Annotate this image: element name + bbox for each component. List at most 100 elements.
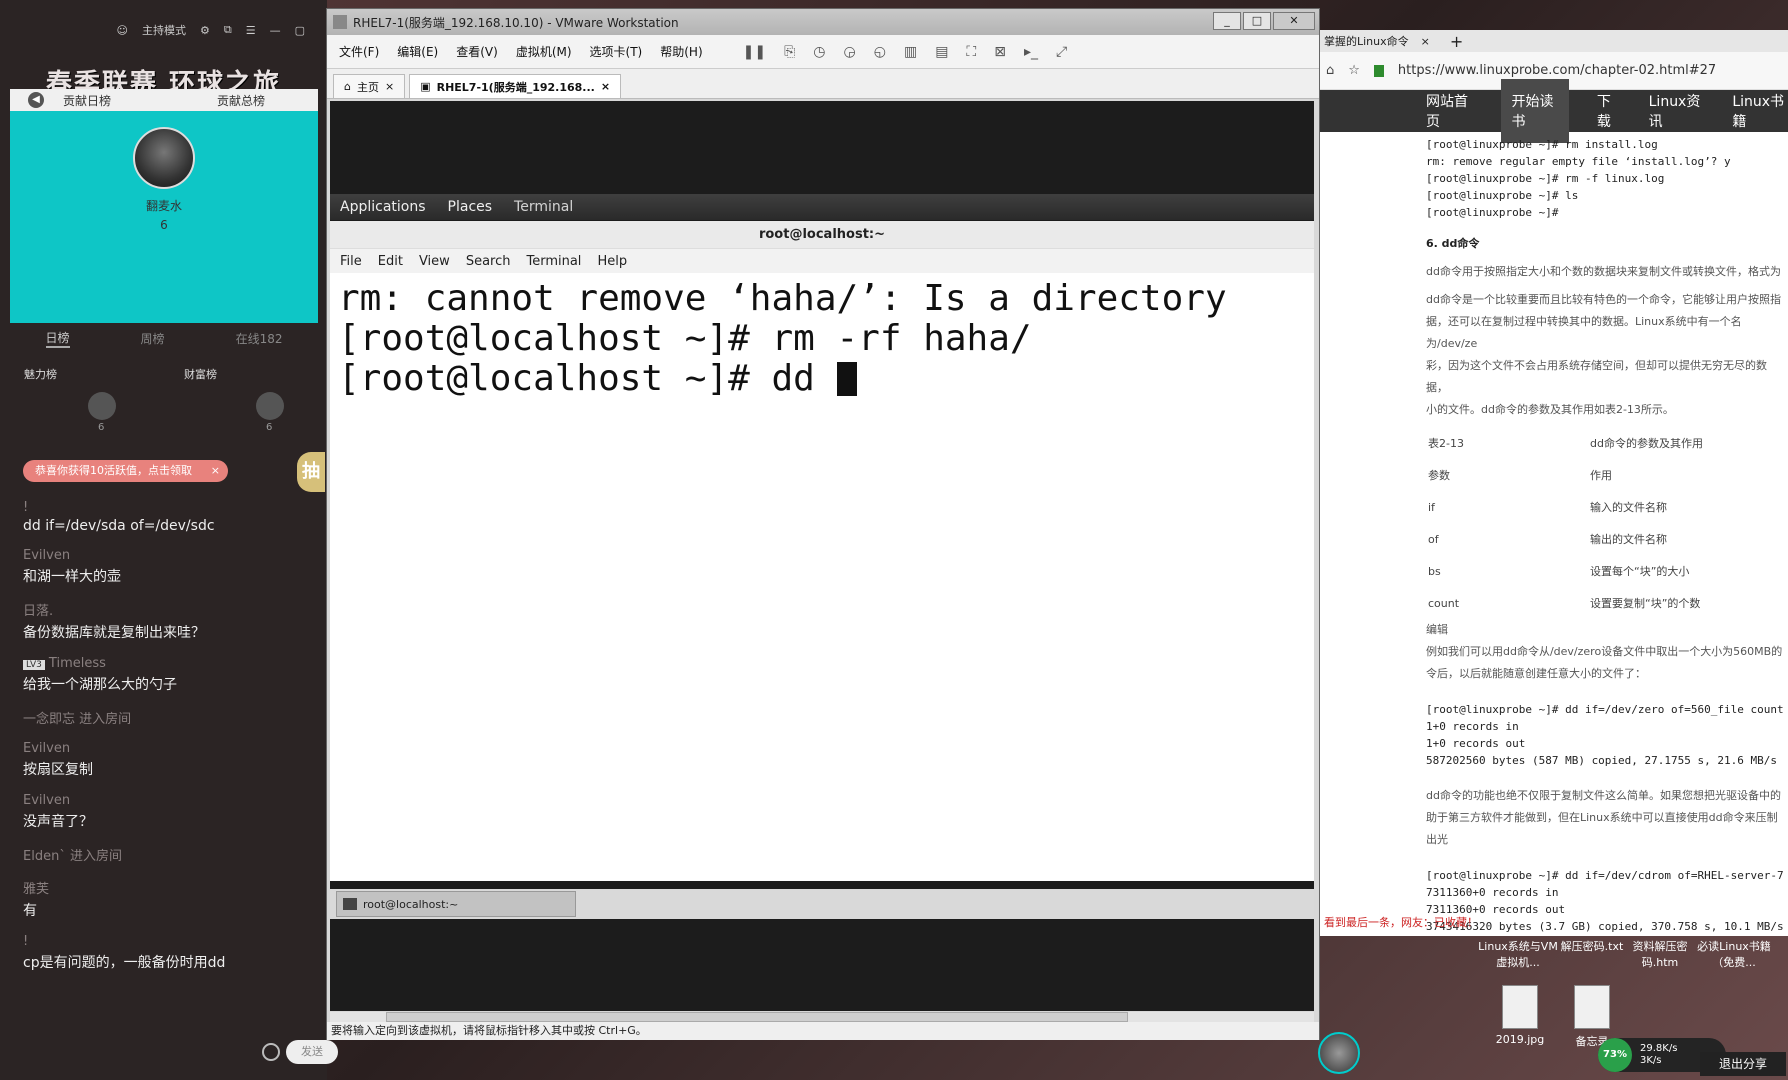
nav-download[interactable]: 下载 xyxy=(1597,91,1621,131)
vm-display[interactable]: Applications Places Terminal root@localh… xyxy=(330,101,1314,1011)
terminal-menu-file[interactable]: File xyxy=(340,254,362,269)
close-icon[interactable]: × xyxy=(385,80,394,93)
chat-text: cp是有问题的，一般备份时用dd xyxy=(23,955,226,971)
nav-home[interactable]: 网站首页 xyxy=(1426,91,1473,131)
code-block: [root@linuxprobe ~]# dd if=/dev/zero of=… xyxy=(1320,701,1788,769)
desktop-icon-label: 必读Linux书籍（免费... xyxy=(1697,940,1771,969)
desktop-icon[interactable]: 2019.jpg xyxy=(1480,985,1560,1046)
nav-books[interactable]: Linux书籍 xyxy=(1732,91,1788,131)
terminal-window[interactable]: root@localhost:~ File Edit View Search T… xyxy=(330,221,1314,881)
settings-icon[interactable]: ⚙ xyxy=(200,24,210,37)
chat-user: Evilven xyxy=(23,793,71,808)
console-icon[interactable]: ▸_ xyxy=(1024,44,1038,60)
host-mode-label[interactable]: 主持模式 xyxy=(142,22,186,38)
home-icon[interactable]: ⌂ xyxy=(1326,63,1334,78)
tab-home[interactable]: ⌂ 主页 × xyxy=(333,74,406,98)
maximize-button[interactable]: □ xyxy=(1243,12,1271,30)
menu-help[interactable]: 帮助(H) xyxy=(660,43,702,60)
close-button[interactable]: ✕ xyxy=(1273,12,1315,30)
table-cell: of xyxy=(1428,532,1439,546)
header-cell: 参数 xyxy=(1428,469,1450,482)
back-arrow-icon[interactable]: ◀ xyxy=(28,92,44,108)
edit-link[interactable]: 编辑 xyxy=(1320,619,1788,641)
table-row: count 设置要复制“块”的个数 xyxy=(1426,587,1788,619)
minimize-icon[interactable]: — xyxy=(270,24,281,37)
wealth-board-label[interactable]: 财富榜 xyxy=(184,366,217,382)
tab-total-contrib[interactable]: 贡献总榜 xyxy=(217,92,265,109)
stretch-icon[interactable]: ⤢ xyxy=(1056,44,1067,60)
horizontal-scrollbar[interactable] xyxy=(330,1012,1314,1022)
window-title: RHEL7-1(服务端_192.168.10.10) - VMware Work… xyxy=(353,15,679,30)
home-icon: ⌂ xyxy=(344,80,351,93)
vmware-titlebar[interactable]: RHEL7-1(服务端_192.168.10.10) - VMware Work… xyxy=(327,9,1319,35)
emoji-icon[interactable] xyxy=(262,1043,280,1061)
snapshot-manager-icon[interactable]: ◵ xyxy=(874,44,886,60)
pause-icon[interactable]: ❚❚ xyxy=(743,44,766,60)
close-icon[interactable]: × xyxy=(1421,35,1430,48)
send-ctrl-alt-del-icon[interactable]: ⎘ xyxy=(784,44,795,60)
gnome-terminal-app[interactable]: Terminal xyxy=(514,199,573,215)
menu-view[interactable]: 查看(V) xyxy=(456,43,498,60)
menu-tabs[interactable]: 选项卡(T) xyxy=(590,43,643,60)
close-icon[interactable]: × xyxy=(601,80,610,93)
charm-board-label[interactable]: 魅力榜 xyxy=(24,366,57,382)
revert-snapshot-icon[interactable]: ◶ xyxy=(844,44,856,60)
tab-vm[interactable]: ▣ RHEL7-1(服务端_192.168... × xyxy=(409,74,622,98)
desktop-icon[interactable]: 必读Linux书籍（免费... xyxy=(1694,938,1774,970)
terminal-menu-terminal[interactable]: Terminal xyxy=(526,254,581,269)
exit-share-button[interactable]: 退出分享 xyxy=(1700,1052,1786,1076)
restore-icon[interactable]: ▢ xyxy=(295,24,305,37)
avatar[interactable] xyxy=(133,127,195,189)
article-content[interactable]: [root@linuxprobe ~]# rm install.log rm: r… xyxy=(1320,132,1788,936)
snapshot-icon[interactable]: ◷ xyxy=(813,44,825,60)
tab-daily-contrib[interactable]: 贡献日榜 xyxy=(63,92,111,109)
scrollbar-thumb[interactable] xyxy=(386,1012,1128,1022)
notice-text: 恭喜你获得10活跃值，点击领取 xyxy=(35,464,192,477)
charm-top-avatar[interactable] xyxy=(88,392,116,420)
activity-reward-notice[interactable]: 恭喜你获得10活跃值，点击领取 × xyxy=(23,460,228,482)
library-view-icon[interactable]: ▥ xyxy=(904,44,917,60)
url-input[interactable]: https://www.linuxprobe.com/chapter-02.ht… xyxy=(1398,63,1716,78)
terminal-menu-search[interactable]: Search xyxy=(466,254,511,269)
browser-tab-title[interactable]: 掌握的Linux命令 xyxy=(1324,33,1409,49)
tab-daily[interactable]: 日榜 xyxy=(45,329,70,348)
minimize-button[interactable]: _ xyxy=(1213,12,1241,30)
new-tab-icon[interactable]: + xyxy=(1450,32,1463,51)
top-contributor-card: 翻麦水 6 xyxy=(10,111,318,323)
send-button[interactable]: 发送 xyxy=(286,1040,338,1064)
lottery-button[interactable]: 抽 xyxy=(297,452,325,492)
code-line: 1+0 records in xyxy=(1426,720,1519,733)
table-caption: 表2-13 dd命令的参数及其作用 xyxy=(1426,427,1788,459)
tab-online[interactable]: 在线182 xyxy=(236,330,283,347)
tab-weekly[interactable]: 周榜 xyxy=(141,330,165,347)
bottom-ad-text[interactable]: 看到最后一条，网友：已收藏！ xyxy=(1320,914,1788,930)
desktop-icon[interactable]: Linux系统与VM虚拟机... xyxy=(1478,938,1558,970)
thumbnail-view-icon[interactable]: ▤ xyxy=(935,44,948,60)
menu-file[interactable]: 文件(F) xyxy=(339,43,379,60)
wealth-top-avatar[interactable] xyxy=(256,392,284,420)
terminal-menu-edit[interactable]: Edit xyxy=(378,254,403,269)
unity-icon[interactable]: ⊠ xyxy=(994,44,1006,60)
gnome-applications-menu[interactable]: Applications xyxy=(340,199,426,215)
fullscreen-icon[interactable]: ⛶ xyxy=(966,44,976,60)
menu-vm[interactable]: 虚拟机(M) xyxy=(516,43,572,60)
vmware-tabs: ⌂ 主页 × ▣ RHEL7-1(服务端_192.168... × xyxy=(327,69,1319,99)
code-line: [root@linuxprobe ~]# ls xyxy=(1426,189,1579,202)
chat-input-bar: 发送 xyxy=(262,1040,338,1064)
nav-news[interactable]: Linux资讯 xyxy=(1649,91,1705,131)
paragraph: dd命令是一个比较重要而且比较有特色的一个命令，它能够让用户按照指 据，还可以在… xyxy=(1320,289,1788,421)
table-cell: 设置要复制“块”的个数 xyxy=(1590,597,1701,610)
menu-icon[interactable]: ☰ xyxy=(246,24,256,37)
taskbar-terminal-item[interactable]: root@localhost:~ xyxy=(336,891,576,917)
host-mode-icon[interactable]: ☺ xyxy=(117,24,128,37)
popout-icon[interactable]: ⧉ xyxy=(224,23,232,37)
gnome-places-menu[interactable]: Places xyxy=(448,199,493,215)
terminal-menu-view[interactable]: View xyxy=(419,254,450,269)
close-icon[interactable]: × xyxy=(211,460,220,482)
menu-edit[interactable]: 编辑(E) xyxy=(397,43,438,60)
terminal-screen[interactable]: rm: cannot remove ‘haha/’: Is a director… xyxy=(330,273,1314,405)
star-icon[interactable]: ☆ xyxy=(1348,63,1360,78)
table-header: 参数 作用 xyxy=(1426,459,1788,491)
terminal-menu-help[interactable]: Help xyxy=(597,254,627,269)
desktop-icon[interactable]: 资料解压密码.htm xyxy=(1620,938,1700,970)
